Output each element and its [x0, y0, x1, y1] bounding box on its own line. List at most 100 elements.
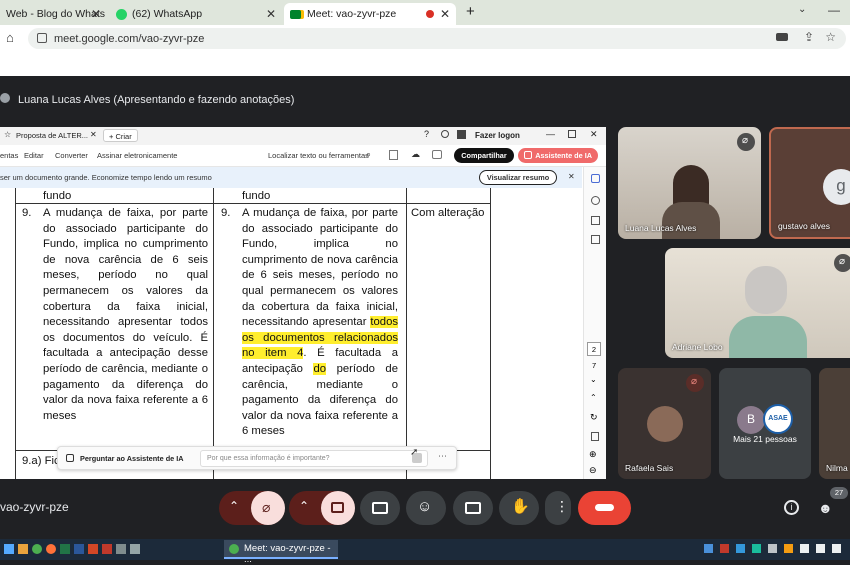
- participant-tile-adriane[interactable]: ⌀ Adriane Lobo: [665, 248, 850, 358]
- pdf-page-content: fundo fundo 9. A mudança de faixa, por p…: [0, 188, 582, 479]
- volume-icon[interactable]: [832, 544, 841, 553]
- taskbar-window-meet[interactable]: Meet: vao-zyvr-pze - ...: [224, 540, 338, 565]
- camera-options-chevron-icon[interactable]: ⌃: [299, 499, 309, 513]
- app-icon[interactable]: [116, 544, 126, 554]
- minimize-icon[interactable]: —: [828, 3, 840, 17]
- cloud-upload-icon[interactable]: ☁: [411, 149, 420, 160]
- view-summary-button[interactable]: Visualizar resumo: [479, 170, 557, 185]
- ask-ai-input[interactable]: Por que essa informação é importante?: [200, 450, 428, 467]
- participant-tile-gustavo[interactable]: g gustavo alves: [769, 127, 850, 239]
- close-icon[interactable]: ✕: [440, 7, 450, 21]
- apps-grid-icon[interactable]: [457, 130, 466, 139]
- page-number-input[interactable]: 2: [587, 342, 601, 356]
- menu-item-edit[interactable]: Editar: [24, 151, 44, 160]
- page-down-icon[interactable]: ⌄: [590, 375, 597, 384]
- tray-icon[interactable]: [768, 544, 777, 553]
- camera-control: ⌃: [289, 491, 355, 525]
- more-options-icon[interactable]: ⋯: [438, 451, 447, 462]
- file-explorer-icon[interactable]: [18, 544, 28, 554]
- comment-icon[interactable]: [591, 196, 600, 205]
- ai-chat-icon[interactable]: [591, 174, 600, 183]
- mic-options-chevron-icon[interactable]: ⌃: [229, 499, 239, 513]
- tab-label: Meet: vao-zyvr-pze: [307, 8, 397, 20]
- tray-icon[interactable]: [752, 544, 761, 553]
- tab-blog[interactable]: Web - Blog do Whats ✕: [0, 3, 107, 25]
- url-input[interactable]: meet.google.com/vao-zyvr-pze ⇪ ☆: [28, 28, 846, 49]
- search-icon[interactable]: ⌕: [366, 149, 371, 160]
- excel-icon[interactable]: [60, 544, 70, 554]
- home-icon[interactable]: ⌂: [6, 30, 14, 45]
- meeting-info-icon[interactable]: i: [784, 500, 799, 515]
- tray-icon[interactable]: [720, 544, 729, 553]
- more-options-button[interactable]: ⋮: [545, 491, 571, 525]
- ask-ai-label[interactable]: Perguntar ao Assistente de IA: [80, 454, 184, 463]
- item-number: 9.: [22, 207, 32, 219]
- zoom-out-icon[interactable]: ⊖: [589, 465, 597, 476]
- present-screen-button[interactable]: [360, 491, 400, 525]
- bookmark-star-icon[interactable]: ☆: [825, 30, 836, 44]
- ai-assistant-button[interactable]: Assistente de IA: [518, 148, 598, 163]
- reactions-button[interactable]: ☺: [406, 491, 446, 525]
- mic-off-button[interactable]: ⌀: [251, 491, 285, 525]
- page-up-icon[interactable]: ⌃: [590, 393, 597, 402]
- new-tab-icon[interactable]: +: [466, 3, 475, 20]
- zoom-in-icon[interactable]: ⊕: [589, 449, 597, 460]
- tab-meet[interactable]: Meet: vao-zyvr-pze ✕: [284, 3, 456, 25]
- star-icon[interactable]: ☆: [4, 130, 11, 139]
- chrome-icon[interactable]: [32, 544, 42, 554]
- close-icon[interactable]: ✕: [91, 7, 101, 21]
- close-icon[interactable]: ✕: [590, 129, 598, 140]
- start-icon[interactable]: [4, 544, 14, 554]
- rotate-icon[interactable]: ↻: [590, 412, 598, 423]
- firefox-icon[interactable]: [46, 544, 56, 554]
- new-tab-button[interactable]: + Criar: [103, 129, 138, 142]
- ask-ai-bar: Perguntar ao Assistente de IA Por que es…: [57, 446, 457, 470]
- tray-icon[interactable]: [784, 544, 793, 553]
- close-banner-icon[interactable]: ✕: [568, 172, 575, 181]
- pdf-tab-title[interactable]: Proposta de ALTER...: [16, 131, 88, 140]
- tab-search-icon[interactable]: ⌄: [798, 4, 806, 15]
- participant-tile-nilma[interactable]: Nilma: [819, 368, 850, 479]
- help-icon[interactable]: ?: [424, 129, 429, 139]
- pages-icon[interactable]: [591, 235, 600, 244]
- menu-item[interactable]: entas: [0, 151, 18, 160]
- tray-icon[interactable]: [800, 544, 809, 553]
- login-link[interactable]: Fazer logon: [475, 131, 520, 140]
- app-icon[interactable]: [130, 544, 140, 554]
- maximize-icon[interactable]: [568, 130, 576, 138]
- share-icon[interactable]: ⇪: [804, 30, 814, 44]
- share-button[interactable]: Compartilhar: [454, 148, 514, 163]
- minimize-icon[interactable]: —: [546, 129, 555, 139]
- change-status-text: Com alteração: [411, 207, 485, 219]
- participant-tile-rafaela[interactable]: ⌀ Rafaela Sais: [618, 368, 711, 479]
- cast-icon[interactable]: [776, 33, 788, 41]
- menu-item-convert[interactable]: Converter: [55, 151, 88, 160]
- site-info-icon[interactable]: [37, 33, 47, 43]
- bookmark-icon[interactable]: [591, 216, 600, 225]
- raise-hand-button[interactable]: ✋: [499, 491, 539, 525]
- leave-call-button[interactable]: [578, 491, 631, 525]
- print-icon[interactable]: [432, 150, 442, 159]
- shared-document-window: ☆ Proposta de ALTER... ✕ + Criar ? Fazer…: [0, 127, 606, 479]
- close-icon[interactable]: ✕: [266, 7, 276, 21]
- powerpoint-icon[interactable]: [88, 544, 98, 554]
- tray-icon[interactable]: [736, 544, 745, 553]
- participant-tile-luana[interactable]: ⌀ Luana Lucas Alves: [618, 127, 761, 239]
- network-icon[interactable]: [816, 544, 825, 553]
- search-tools-input[interactable]: Localizar texto ou ferramentas: [268, 151, 369, 160]
- save-icon[interactable]: [389, 150, 398, 160]
- tab-whatsapp[interactable]: (62) WhatsApp ✕: [110, 3, 282, 25]
- emoji-icon: ☺: [417, 498, 433, 515]
- present-icon: [372, 502, 388, 514]
- close-icon[interactable]: ✕: [90, 130, 97, 139]
- camera-off-button[interactable]: [321, 491, 355, 525]
- pdf-reader-icon[interactable]: [102, 544, 112, 554]
- more-participants-tile[interactable]: B ASAE Mais 21 pessoas: [719, 368, 811, 479]
- people-icon[interactable]: ☻: [818, 500, 833, 516]
- tray-icon[interactable]: [704, 544, 713, 553]
- menu-item-sign[interactable]: Assinar eletronicamente: [97, 151, 177, 160]
- notifications-icon[interactable]: [441, 130, 449, 138]
- page-view-icon[interactable]: [591, 432, 599, 441]
- captions-button[interactable]: [453, 491, 493, 525]
- word-icon[interactable]: [74, 544, 84, 554]
